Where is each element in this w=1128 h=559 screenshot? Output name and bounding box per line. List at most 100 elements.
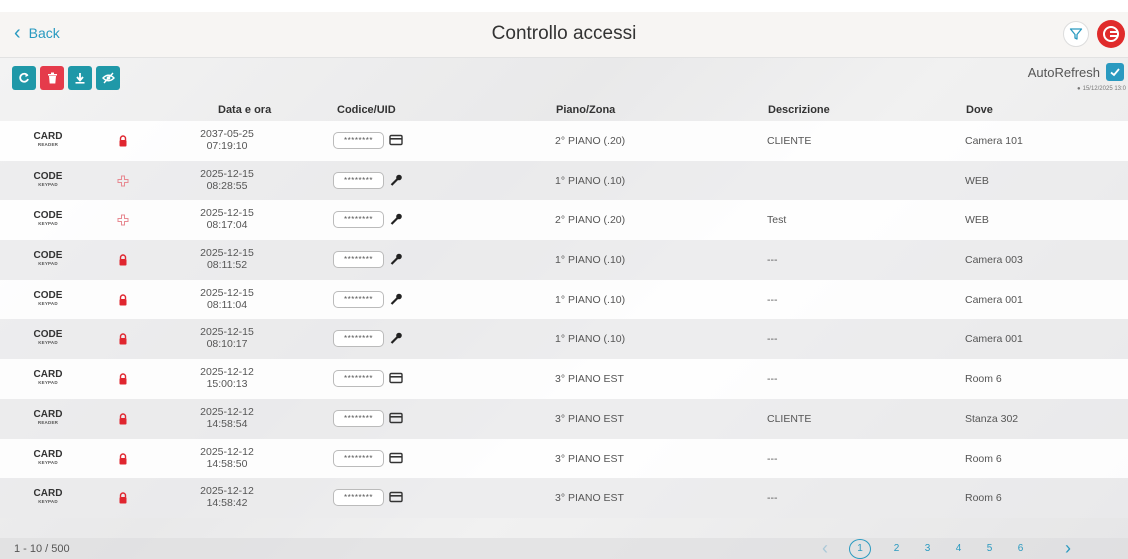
event-date: 2025-12-15 (200, 247, 254, 260)
device-type-label: CARD (33, 448, 63, 460)
page-button[interactable]: 6 (1005, 543, 1036, 554)
device-subtype-label: READER (37, 142, 59, 147)
page-button[interactable]: 1 (849, 538, 871, 559)
column-header[interactable]: Codice/UID (337, 104, 396, 116)
table-row[interactable]: CARD KEYPAD 2025-12-12 14:58:50 ********… (0, 438, 1128, 479)
column-header[interactable]: Data e ora (218, 104, 271, 116)
autorefresh-toggle[interactable]: AutoRefresh (1028, 63, 1124, 81)
event-datetime: 2025-12-15 08:11:04 (200, 287, 254, 311)
descrizione: --- (767, 492, 778, 505)
event-datetime: 2025-12-15 08:17:04 (200, 207, 254, 231)
lock-icon (119, 492, 127, 504)
table-row[interactable]: CODE KEYPAD 2025-12-15 08:10:17 ********… (0, 319, 1128, 360)
prev-page-icon[interactable]: ‹ (815, 538, 835, 559)
event-datetime: 2025-12-12 14:58:54 (200, 406, 254, 430)
piano-zona: 2° PIANO (.20) (555, 135, 626, 147)
device-type-label: CARD (33, 131, 63, 142)
puzzle-icon (117, 214, 129, 226)
device-subtype-label: KEYPAD (38, 380, 58, 386)
page-button[interactable]: 5 (974, 543, 1005, 554)
event-time: 07:19:10 (206, 140, 248, 152)
dove: Room 6 (965, 452, 1002, 465)
table-footer: 1 - 10 / 500 ‹ 1 2 3 4 5 6 › (0, 538, 1128, 559)
descrizione: --- (767, 452, 778, 465)
lock-icon (119, 135, 127, 147)
masked-code[interactable]: ******** (333, 211, 384, 229)
hide-button[interactable] (96, 66, 120, 90)
device-type-label: CODE (33, 250, 63, 262)
card-icon (389, 412, 403, 424)
toolbar (12, 66, 120, 90)
delete-button[interactable] (40, 66, 64, 90)
table-row[interactable]: CODE KEYPAD 2025-12-15 08:11:52 ********… (0, 240, 1128, 280)
event-datetime: 2025-12-15 08:28:55 (200, 168, 254, 192)
piano-zona: 2° PIANO (.20) (555, 214, 626, 227)
dove: Camera 101 (965, 135, 1023, 147)
masked-code[interactable]: ******** (333, 449, 384, 467)
event-date: 2025-12-15 (200, 326, 254, 339)
event-date: 2025-12-15 (200, 286, 254, 299)
filter-icon (1069, 28, 1083, 40)
piano-zona: 3° PIANO EST (555, 452, 624, 465)
device-type-label: CODE (33, 170, 63, 182)
masked-code[interactable]: ******** (333, 489, 384, 507)
table-row[interactable]: CODE KEYPAD 2025-12-15 08:11:04 ********… (0, 279, 1128, 320)
lock-icon (119, 294, 127, 306)
masked-code[interactable]: ******** (333, 171, 384, 189)
event-datetime: 2025-12-12 14:58:50 (200, 446, 254, 470)
table-row[interactable]: CODE KEYPAD 2025-12-15 08:28:55 ********… (0, 160, 1128, 201)
device-type: CARD KEYPAD (22, 488, 74, 505)
masked-code[interactable]: ******** (333, 409, 384, 427)
device-type: CODE KEYPAD (22, 171, 74, 188)
access-log-table: CARD READER 2037-05-25 07:19:10 ********… (0, 121, 1128, 518)
piano-zona: 1° PIANO (.10) (555, 333, 626, 346)
pagination: ‹ 1 2 3 4 5 6 › (815, 538, 1078, 559)
brand-logo (1097, 20, 1125, 48)
next-page-icon[interactable]: › (1058, 538, 1078, 559)
clock-icon: ● (1077, 86, 1081, 92)
column-header[interactable]: Piano/Zona (556, 104, 615, 116)
device-subtype-label: KEYPAD (38, 300, 58, 306)
refresh-button[interactable] (12, 66, 36, 90)
table-row[interactable]: CODE KEYPAD 2025-12-15 08:17:04 ********… (0, 200, 1128, 241)
page-button[interactable]: 4 (943, 543, 974, 554)
dove: Camera 001 (965, 333, 1023, 346)
key-icon (390, 333, 402, 345)
masked-code[interactable]: ******** (333, 330, 384, 348)
filter-button[interactable] (1063, 21, 1089, 47)
table-row[interactable]: CARD READER 2025-12-12 14:58:54 ********… (0, 398, 1128, 439)
column-header[interactable]: Descrizione (768, 104, 830, 116)
event-time: 08:10:17 (206, 338, 248, 351)
masked-code[interactable]: ******** (333, 290, 384, 308)
device-type: CODE KEYPAD (22, 329, 74, 346)
download-button[interactable] (68, 66, 92, 90)
event-time: 08:11:04 (206, 298, 248, 311)
event-time: 08:17:04 (206, 219, 248, 232)
brand-logo-icon (1103, 26, 1119, 42)
event-date: 2025-12-12 (200, 366, 254, 379)
device-type: CARD KEYPAD (22, 369, 74, 386)
masked-code[interactable]: ******** (333, 132, 384, 149)
lock-icon (119, 333, 127, 345)
device-type-label: CARD (33, 408, 63, 420)
table-row[interactable]: CARD KEYPAD 2025-12-12 14:58:42 ********… (0, 478, 1128, 518)
event-date: 2025-12-15 (200, 167, 254, 180)
piano-zona: 1° PIANO (.10) (555, 174, 626, 187)
last-update-time: 15/12/2025 13:0 (1082, 86, 1126, 92)
download-icon (75, 73, 85, 84)
event-date: 2025-12-15 (200, 207, 254, 220)
key-icon (390, 293, 402, 305)
table-row[interactable]: CARD KEYPAD 2025-12-12 15:00:13 ********… (0, 359, 1128, 399)
page-button[interactable]: 3 (912, 543, 943, 554)
device-subtype-label: KEYPAD (38, 340, 58, 346)
device-subtype-label: KEYPAD (38, 499, 58, 505)
descrizione: Test (767, 214, 787, 227)
page-title: Controllo accessi (491, 23, 637, 44)
masked-code[interactable]: ******** (333, 251, 384, 269)
column-header[interactable]: Dove (966, 104, 993, 116)
device-type-label: CODE (33, 210, 63, 222)
page-button[interactable]: 2 (881, 543, 912, 554)
table-row[interactable]: CARD READER 2037-05-25 07:19:10 ********… (0, 121, 1128, 161)
masked-code[interactable]: ******** (333, 370, 384, 388)
autorefresh-checkbox[interactable] (1106, 63, 1124, 81)
